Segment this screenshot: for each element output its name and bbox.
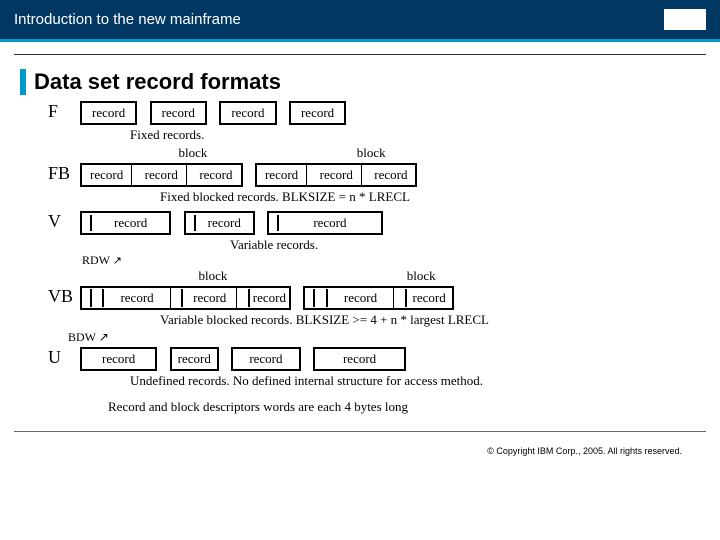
ibm-logo: IBM [664,9,706,30]
label-vb: VB [20,286,80,307]
vb-row: VB record record record record record [20,286,700,310]
rdw-field [320,289,328,307]
undefined-record: record [80,347,157,371]
vb-diagram: record record record record record [80,286,700,310]
block-box: record record record [80,163,243,187]
variable-record: record [267,211,382,235]
label-fb: FB [20,163,80,184]
copyright: © Copyright IBM Corp., 2005. All rights … [14,431,706,456]
slide-title: Data set record formats [20,69,700,95]
label-v: V [20,211,80,232]
record-cell: record [312,165,362,185]
vb-block: record record [303,286,453,310]
vb-record: record [242,288,289,308]
variable-record: record [80,211,171,235]
f-diagram: record record record record [80,101,700,125]
caption-undefined: Undefined records. No defined internal s… [130,373,700,389]
u-diagram: record record record record [80,347,700,371]
vb-record: record [96,288,170,308]
block-box: record record record [255,163,418,187]
record-cell: record [137,165,187,185]
undefined-record: record [170,347,219,371]
bdw-field [82,289,92,307]
fb-block-labels: block block [108,145,700,161]
vb-block-labels: block block [108,268,700,284]
label-u: U [20,347,80,368]
bdw-label: BDW ↗ [68,330,700,345]
vb-record: record [320,288,394,308]
v-row: V record record record [20,211,700,235]
arrow-icon: ↗ [110,255,122,267]
slide-content: Data set record formats F record record … [0,55,720,415]
rdw-field [242,289,250,307]
header-title: Introduction to the new mainframe [14,11,241,28]
record-box: record [219,101,276,125]
rdw-field [175,289,183,307]
v-diagram: record record record [80,211,700,235]
vb-record: record [175,288,237,308]
caption-variable-blocked: Variable blocked records. BLKSIZE >= 4 +… [160,312,700,328]
caption-variable: Variable records. [230,237,700,253]
record-box: record [80,101,137,125]
u-row: U record record record record [20,347,700,371]
arrow-icon: ↗ [96,330,109,344]
rdw-label: RDW ↗ [82,253,700,268]
undefined-record: record [231,347,300,371]
rdw-field [399,289,407,307]
variable-record: record [184,211,255,235]
rdw-field [269,215,279,231]
label-f: F [20,101,80,122]
bdw-field [305,289,315,307]
undefined-record: record [313,347,406,371]
record-cell: record [82,165,132,185]
rdw-field [82,215,92,231]
header-bar: Introduction to the new mainframe IBM [0,0,720,42]
record-cell: record [366,165,415,185]
rdw-field [96,289,104,307]
record-cell: record [191,165,240,185]
record-box: record [150,101,207,125]
fb-diagram: record record record record record recor… [80,163,700,187]
descriptor-note: Record and block descriptors words are e… [108,399,700,415]
fb-row: FB record record record record record re… [20,163,700,187]
record-cell: record [257,165,307,185]
f-row: F record record record record [20,101,700,125]
vb-block: record record record [80,286,291,310]
caption-fixed: Fixed records. [130,127,700,143]
record-box: record [289,101,346,125]
vb-record: record [399,288,452,308]
caption-fixed-blocked: Fixed blocked records. BLKSIZE = n * LRE… [160,189,700,205]
rdw-field [186,215,196,231]
